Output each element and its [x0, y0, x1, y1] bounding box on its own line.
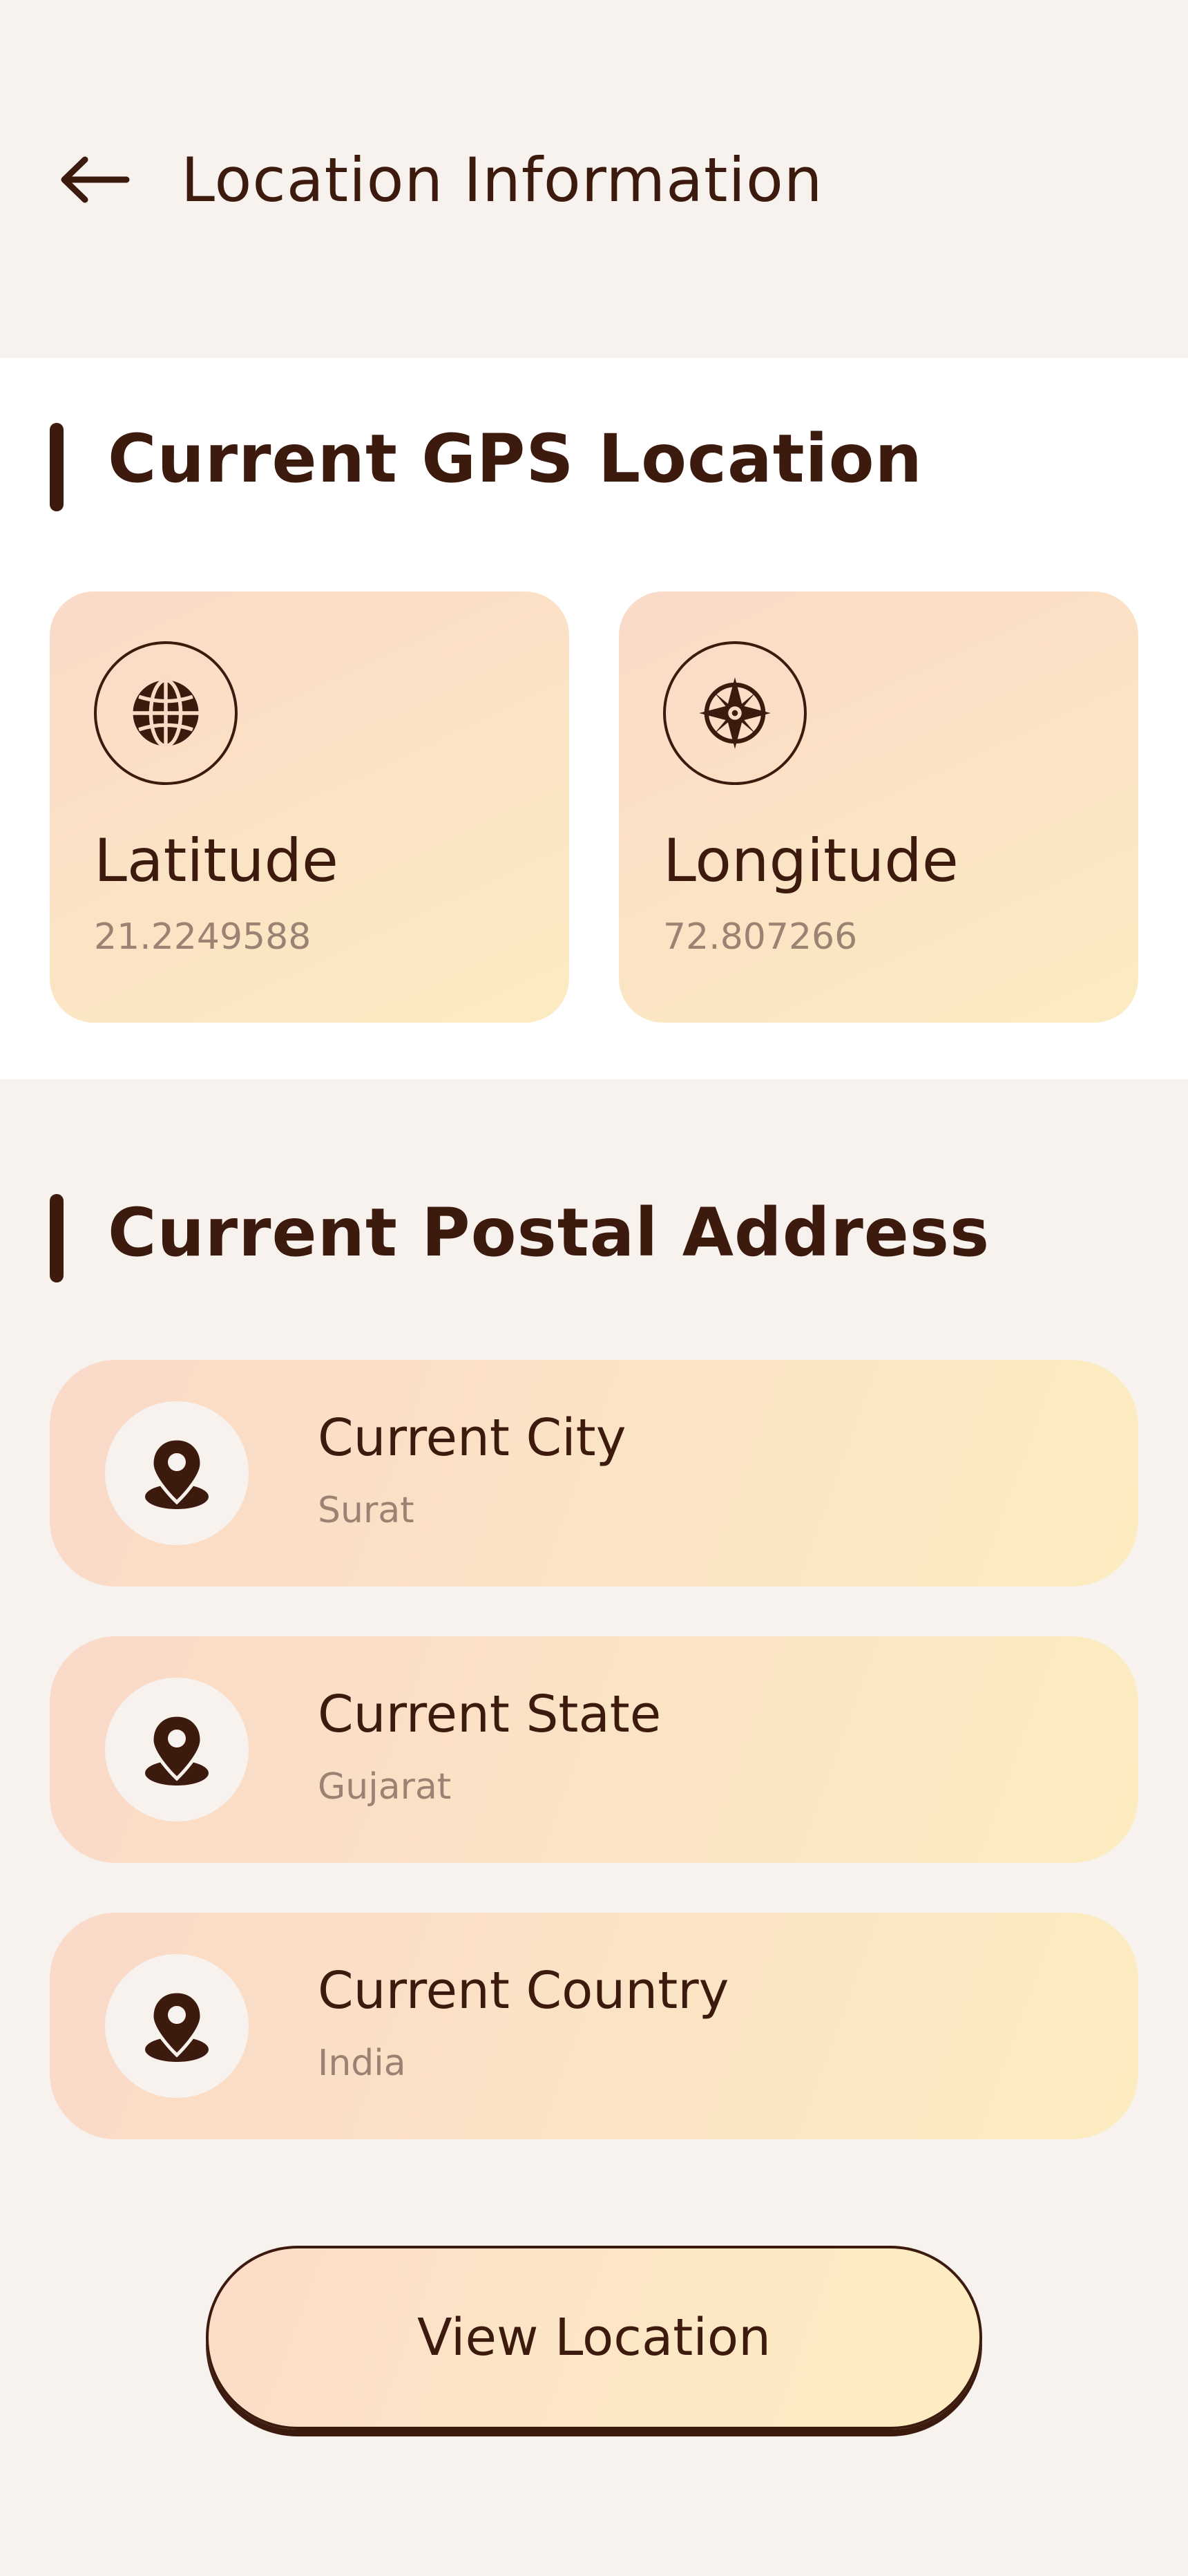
city-value: Surat — [318, 1490, 414, 1531]
city-icon-badge — [105, 1401, 249, 1545]
state-icon-badge — [105, 1678, 249, 1821]
map-pin-icon — [145, 1713, 209, 1786]
page-title: Location Information — [181, 144, 823, 216]
longitude-icon-badge — [663, 641, 807, 785]
country-icon-badge — [105, 1954, 249, 2098]
section-accent-bar — [50, 1194, 64, 1282]
longitude-card: Longitude 72.807266 — [619, 591, 1138, 1023]
gps-section-heading: Current GPS Location — [108, 420, 923, 498]
longitude-label: Longitude — [663, 826, 959, 896]
state-value: Gujarat — [318, 1766, 452, 1808]
globe-icon — [133, 678, 199, 748]
latitude-value: 21.2249588 — [94, 916, 312, 958]
back-button[interactable] — [50, 138, 140, 221]
arrow-left-icon — [61, 156, 130, 203]
app-header: Location Information — [0, 0, 1188, 358]
compass-icon — [699, 677, 771, 749]
state-label: Current State — [318, 1685, 662, 1744]
country-card: Current Country India — [50, 1913, 1138, 2139]
latitude-icon-badge — [94, 641, 238, 785]
country-value: India — [318, 2043, 406, 2084]
postal-section-heading: Current Postal Address — [108, 1194, 990, 1271]
country-label: Current Country — [318, 1961, 729, 2020]
map-pin-icon — [145, 1989, 209, 2062]
latitude-label: Latitude — [94, 826, 338, 896]
state-card: Current State Gujarat — [50, 1636, 1138, 1863]
city-card: Current City Surat — [50, 1360, 1138, 1587]
latitude-card: Latitude 21.2249588 — [50, 591, 569, 1023]
city-label: Current City — [318, 1408, 626, 1468]
view-location-button[interactable]: View Location — [206, 2246, 982, 2430]
section-accent-bar — [50, 423, 64, 511]
map-pin-icon — [145, 1437, 209, 1509]
longitude-value: 72.807266 — [663, 916, 858, 958]
